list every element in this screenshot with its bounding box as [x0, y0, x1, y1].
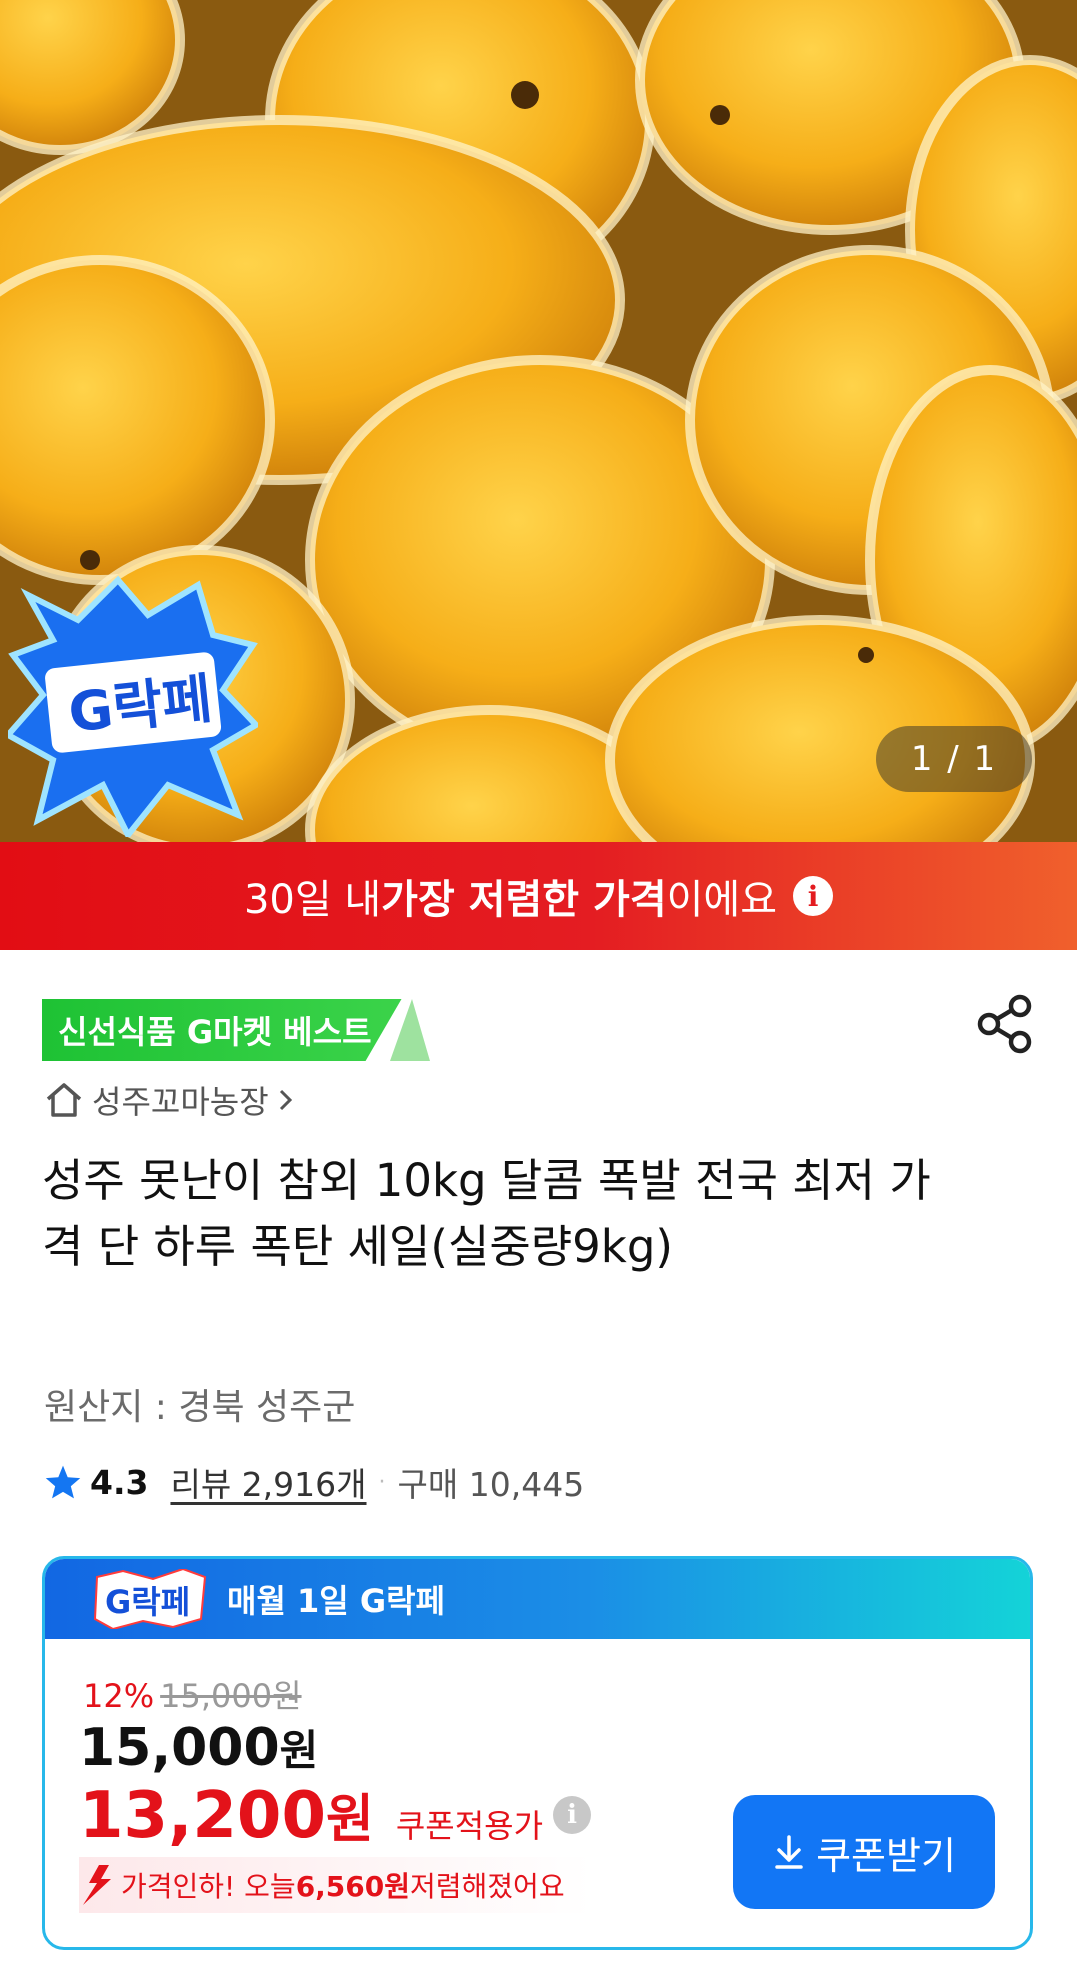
base-price-value: 15,000 [79, 1718, 280, 1778]
coupon-price-label: 쿠폰적용가 [395, 1807, 544, 1845]
original-price: 15,000원 [160, 1677, 302, 1715]
promo-header-label: 매월 1일 G락페 [227, 1582, 446, 1620]
store-link[interactable]: 성주꼬마농장 [44, 1078, 305, 1122]
coupon-price-unit: 원 [325, 1790, 374, 1850]
price-card: G락페 매월 1일 G락페 12% 15,000원 15,000원 13,200… [42, 1556, 1033, 1950]
download-arrow-icon [775, 1835, 803, 1869]
price-drop-arrow-icon [83, 1865, 111, 1905]
banner-highlight: 가장 저렴한 가격 [381, 877, 667, 923]
home-icon [46, 1083, 82, 1117]
chevron-right-icon [279, 1089, 292, 1111]
discount-rate: 12% [83, 1677, 155, 1715]
get-coupon-button[interactable]: 쿠폰받기 [733, 1795, 995, 1909]
drop-suffix: 저렴해졌어요 [410, 1870, 565, 1903]
share-icon[interactable] [976, 994, 1034, 1054]
store-name: 성주꼬마농장 [92, 1083, 269, 1121]
g-rakpe-badge: G락페 [8, 575, 258, 837]
base-price-unit: 원 [279, 1726, 319, 1775]
banner-prefix: 30일 내 [243, 877, 382, 923]
coupon-price-value: 13,200 [79, 1779, 326, 1853]
image-page-indicator: 1 / 1 [876, 726, 1032, 792]
coupon-price: 13,200 원 쿠폰적용가 i [79, 1777, 592, 1853]
price-drop-notice: 가격인하! 오늘 6,560원 저렴해졌어요 [79, 1857, 619, 1913]
info-icon[interactable]: i [553, 1796, 592, 1834]
promo-header: G락페 매월 1일 G락페 [45, 1559, 1030, 1639]
separator-dot: · [378, 1469, 386, 1495]
rating-row: 4.3 리뷰 2,916개 · 구매 10,445 [44, 1458, 584, 1506]
base-price: 15,000원 [79, 1717, 318, 1778]
g-rakpe-logo: G락페 [93, 1569, 207, 1629]
get-coupon-label: 쿠폰받기 [816, 1833, 956, 1878]
drop-prefix: 가격인하! 오늘 [121, 1870, 296, 1903]
discount-row: 12% 15,000원 [83, 1671, 302, 1717]
info-icon[interactable]: i [793, 876, 834, 916]
best-seller-tag: 신선식품 G마켓 베스트 [42, 999, 402, 1061]
banner-suffix: 이에요 [666, 877, 778, 923]
purchase-count: 구매 10,445 [397, 1465, 585, 1504]
star-icon [45, 1465, 81, 1499]
product-image-gallery[interactable]: G락페 1 / 1 [0, 0, 1077, 842]
svg-text:G락페: G락페 [105, 1583, 190, 1621]
product-title: 성주 못난이 참외 10kg 달콤 폭발 전국 최저 가격 단 하루 폭탄 세일… [42, 1154, 931, 1273]
lowest-price-banner[interactable]: 30일 내 가장 저렴한 가격 이에요 i [0, 842, 1077, 950]
drop-amount: 6,560원 [295, 1870, 411, 1903]
product-origin: 원산지 : 경북 성주군 [44, 1387, 356, 1428]
review-count-link[interactable]: 리뷰 2,916개 [170, 1458, 366, 1506]
rating-score: 4.3 [90, 1462, 149, 1502]
